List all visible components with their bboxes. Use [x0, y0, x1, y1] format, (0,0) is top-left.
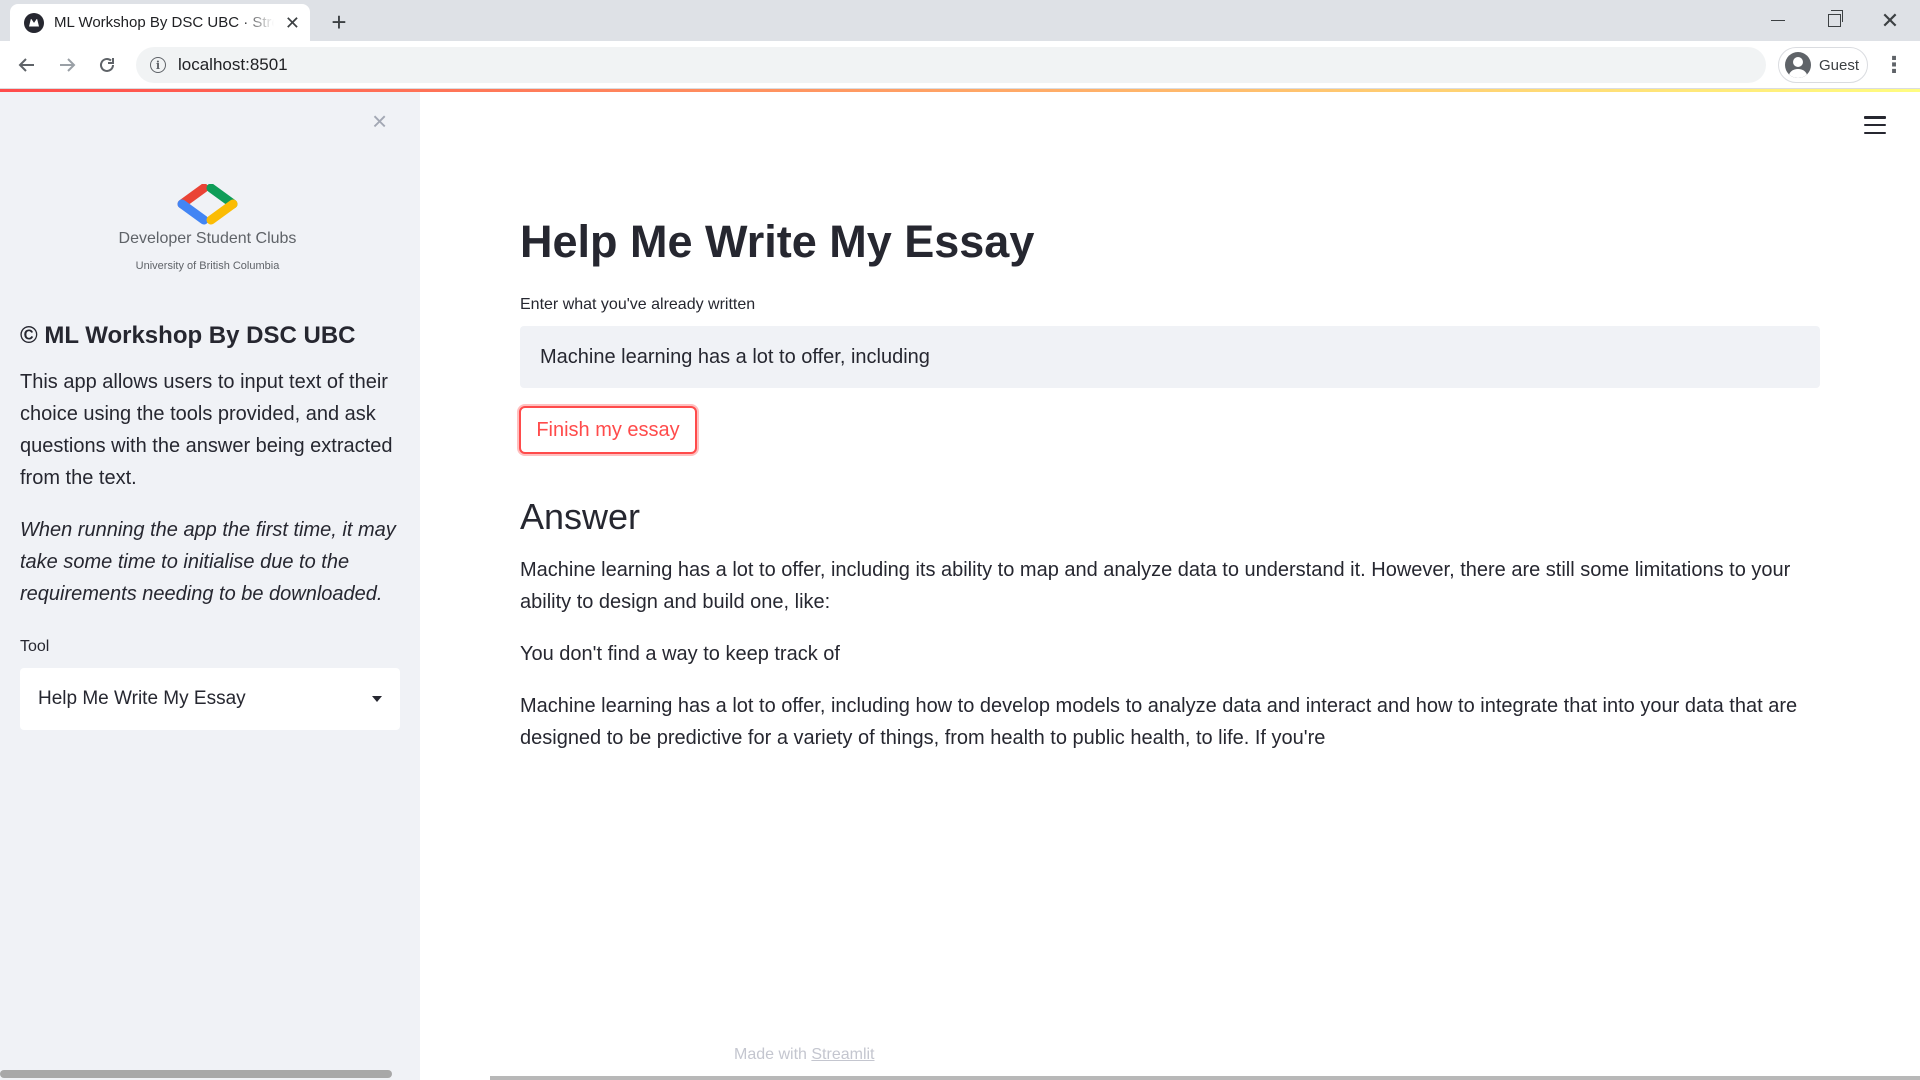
caret-down-icon [372, 696, 382, 702]
sidebar-close-icon[interactable]: × [372, 108, 387, 134]
essay-input[interactable] [520, 326, 1820, 388]
footer: Made with Streamlit [734, 1046, 875, 1064]
browser-toolbar: i localhost:8501 Guest ⋮ [0, 41, 1920, 89]
browser-menu-icon[interactable]: ⋮ [1880, 49, 1908, 81]
tool-select-label: Tool [20, 638, 50, 655]
sidebar-title: © ML Workshop By DSC UBC [20, 322, 356, 349]
answer-heading: Answer [520, 496, 641, 537]
tool-select-value: Help Me Write My Essay [38, 688, 246, 709]
reload-button[interactable] [91, 49, 123, 81]
arrow-right-icon [60, 58, 76, 72]
tab-title: ML Workshop By DSC UBC · Streamlit [54, 14, 274, 31]
back-button[interactable] [11, 49, 43, 81]
sidebar-note: When running the app the first time, it … [20, 519, 396, 605]
site-info-icon[interactable]: i [150, 57, 166, 73]
answer-paragraph: You don't find a way to keep track of [520, 643, 840, 665]
answer-paragraph: Machine learning has a lot to offer, inc… [520, 695, 1798, 749]
profile-label: Guest [1819, 56, 1860, 74]
sidebar-horizontal-scrollbar[interactable] [0, 1070, 392, 1078]
essay-input-label: Enter what you've already written [520, 296, 756, 313]
tool-select[interactable]: Help Me Write My Essay [20, 668, 400, 730]
dsc-logo-subtext: University of British Columbia [135, 260, 280, 272]
arrow-left-icon [18, 58, 34, 72]
browser-tab[interactable]: ML Workshop By DSC UBC · Streamlit ✕ [10, 4, 310, 41]
browser-tab-bar: ML Workshop By DSC UBC · Streamlit ✕ + ✕ [0, 0, 1920, 41]
dsc-brackets-icon [177, 184, 238, 225]
finish-essay-button[interactable]: Finish my essay [519, 406, 697, 454]
footer-prefix: Made with [734, 1046, 807, 1063]
minimize-window-button[interactable] [1750, 0, 1806, 41]
sidebar: × Developer Student Clubs University of … [0, 92, 420, 1080]
new-tab-button[interactable]: + [325, 8, 353, 36]
main-horizontal-scrollbar[interactable] [490, 1076, 1920, 1080]
main-menu-icon[interactable] [1864, 116, 1886, 134]
url-text: localhost:8501 [178, 55, 288, 74]
tab-close-icon[interactable]: ✕ [285, 14, 300, 32]
answer-paragraph: Machine learning has a lot to offer, inc… [520, 559, 1791, 613]
restore-icon [1827, 10, 1843, 27]
profile-button[interactable]: Guest [1778, 47, 1868, 83]
streamlit-favicon-icon [24, 12, 44, 33]
streamlit-link[interactable]: Streamlit [811, 1046, 874, 1063]
close-window-button[interactable]: ✕ [1862, 0, 1918, 41]
restore-window-button[interactable] [1806, 0, 1862, 41]
reload-icon [100, 57, 114, 72]
sidebar-description: This app allows users to input text of t… [20, 371, 393, 489]
address-bar[interactable]: i localhost:8501 [136, 47, 1766, 83]
minimize-icon [1771, 19, 1785, 22]
avatar-icon [1785, 52, 1811, 78]
dsc-logo-text: Developer Student Clubs [118, 230, 297, 247]
forward-button[interactable] [51, 49, 83, 81]
page-title: Help Me Write My Essay [520, 216, 1035, 267]
